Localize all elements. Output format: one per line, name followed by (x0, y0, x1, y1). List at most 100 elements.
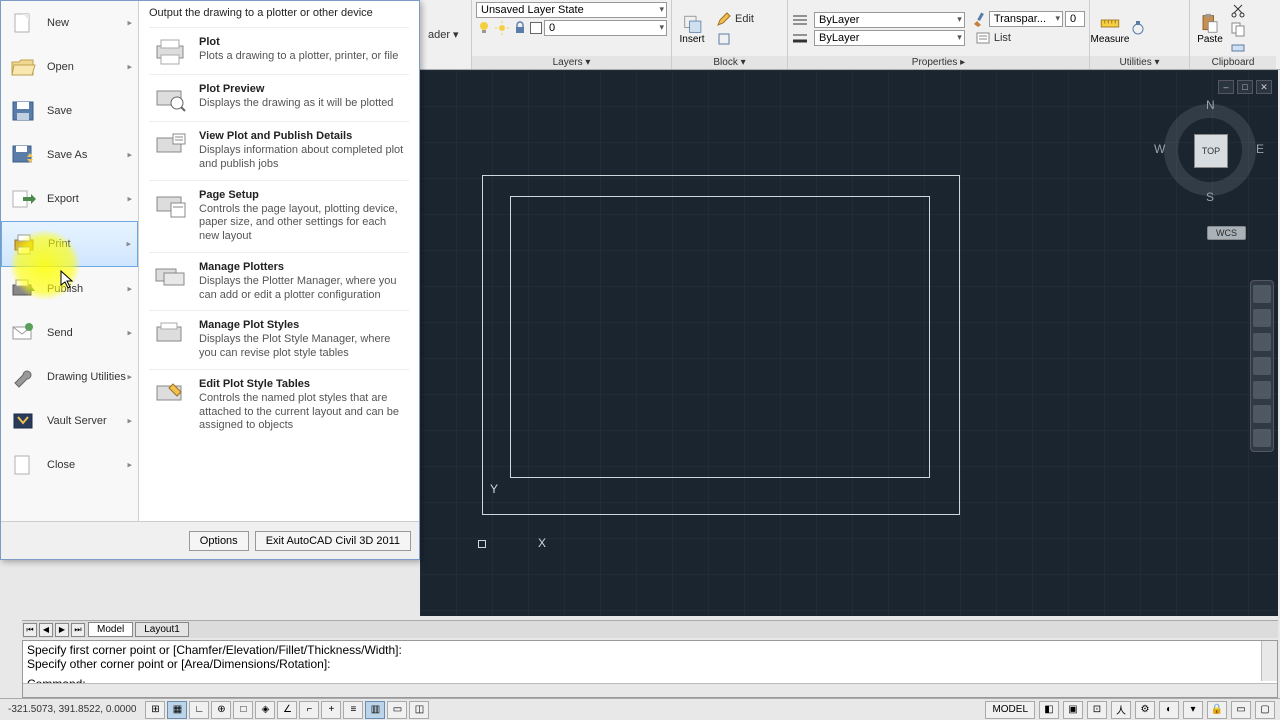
group-utilities[interactable]: Utilities ▾ (1090, 56, 1189, 69)
status-tool-6[interactable]: 🔒 (1207, 701, 1227, 719)
matchprop-icon[interactable] (1230, 39, 1246, 55)
nav-more2-icon[interactable] (1253, 429, 1271, 447)
copy-icon[interactable] (1230, 21, 1246, 37)
utility-icon[interactable] (1130, 21, 1146, 37)
polar-toggle[interactable]: ⊕ (211, 701, 231, 719)
paste-button[interactable]: Paste (1194, 13, 1226, 45)
submenu-page-setup[interactable]: Page SetupControls the page layout, plot… (149, 180, 409, 252)
nav-wheel-icon[interactable] (1253, 285, 1271, 303)
linetype-icon[interactable] (792, 12, 808, 28)
osnap-toggle[interactable]: □ (233, 701, 253, 719)
clean-screen[interactable]: ▢ (1255, 701, 1275, 719)
submenu-manage-styles[interactable]: Manage Plot StylesDisplays the Plot Styl… (149, 310, 409, 369)
viewcube-top[interactable]: TOP (1194, 134, 1228, 168)
tab-model[interactable]: Model (88, 622, 133, 637)
lwt-toggle[interactable]: ≡ (343, 701, 363, 719)
tab-nav-last[interactable]: ⏭ (71, 623, 85, 637)
lineweight-icon[interactable] (792, 30, 808, 46)
qp-toggle[interactable]: ▭ (387, 701, 407, 719)
leader-dropdown[interactable]: ader ▾ (424, 27, 463, 42)
orbit-icon[interactable] (1253, 357, 1271, 375)
status-tool-7[interactable]: ▭ (1231, 701, 1251, 719)
layer-dropdown[interactable]: 0 (544, 20, 667, 36)
viewcube[interactable]: TOP N S E W (1160, 100, 1260, 200)
ortho-toggle[interactable]: ∟ (189, 701, 209, 719)
viewcube-w[interactable]: W (1154, 142, 1165, 156)
insert-button[interactable]: Insert (676, 13, 708, 45)
options-button[interactable]: Options (189, 531, 249, 551)
drawing-canvas[interactable]: – □ ✕ Y X TOP N S E W WCS (420, 70, 1278, 616)
otrack-toggle[interactable]: ∠ (277, 701, 297, 719)
navigation-bar[interactable] (1250, 280, 1274, 452)
edit-block-button[interactable]: Edit (712, 10, 758, 28)
zoom-icon[interactable] (1253, 333, 1271, 351)
lock-icon[interactable] (512, 20, 528, 36)
submenu-edit-styles[interactable]: Edit Plot Style TablesControls the named… (149, 369, 409, 441)
tpy-toggle[interactable]: ▥ (365, 701, 385, 719)
menu-drawing-utilities[interactable]: Drawing Utilities▸ (1, 355, 138, 399)
lineweight-bylayer-dropdown[interactable]: ByLayer (814, 30, 965, 46)
cmd-scrollbar-v[interactable] (1261, 641, 1277, 681)
wcs-badge[interactable]: WCS (1207, 226, 1246, 240)
menu-print[interactable]: Print▸ (1, 221, 138, 267)
nav-more-icon[interactable] (1253, 405, 1271, 423)
submenu-plot[interactable]: PlotPlots a drawing to a plotter, printe… (149, 27, 409, 74)
model-space-button[interactable]: MODEL (985, 701, 1035, 719)
menu-send[interactable]: Send▸ (1, 311, 138, 355)
menu-close[interactable]: Close▸ (1, 443, 138, 487)
status-tool-4[interactable]: ⚙ (1135, 701, 1155, 719)
group-block[interactable]: Block ▾ (672, 56, 787, 69)
3dosnap-toggle[interactable]: ◈ (255, 701, 275, 719)
showmotion-icon[interactable] (1253, 381, 1271, 399)
command-line[interactable]: Specify first corner point or [Chamfer/E… (22, 640, 1278, 698)
tab-nav-first[interactable]: ⏮ (23, 623, 37, 637)
drawn-rectangle-inner[interactable] (510, 196, 930, 478)
tab-layout1[interactable]: Layout1 (135, 622, 189, 637)
color-bylayer-dropdown[interactable]: ByLayer (814, 12, 965, 28)
block-tool2[interactable] (712, 30, 758, 48)
layer-color-swatch[interactable] (530, 22, 542, 34)
status-tool-3[interactable]: ⊡ (1087, 701, 1107, 719)
pan-icon[interactable] (1253, 309, 1271, 327)
viewcube-e[interactable]: E (1256, 142, 1264, 156)
grid-toggle[interactable]: ▦ (167, 701, 187, 719)
menu-save[interactable]: Save (1, 89, 138, 133)
measure-button[interactable]: Measure (1094, 13, 1126, 45)
snap-toggle[interactable]: ⊞ (145, 701, 165, 719)
tab-nav-next[interactable]: ▶ (55, 623, 69, 637)
annotation-scale[interactable]: 人 (1111, 701, 1131, 719)
cmd-scrollbar-h[interactable] (23, 683, 1277, 697)
workspace-switch[interactable]: ▾ (1183, 701, 1203, 719)
submenu-view-details[interactable]: View Plot and Publish DetailsDisplays in… (149, 121, 409, 180)
tab-nav-prev[interactable]: ◀ (39, 623, 53, 637)
status-tool-2[interactable]: ▣ (1063, 701, 1083, 719)
sc-toggle[interactable]: ◫ (409, 701, 429, 719)
lightbulb-icon[interactable] (476, 20, 492, 36)
dyn-toggle[interactable]: + (321, 701, 341, 719)
layer-state-dropdown[interactable]: Unsaved Layer State (476, 2, 667, 18)
maximize-viewport[interactable]: □ (1237, 80, 1253, 94)
submenu-manage-plotters[interactable]: Manage PlottersDisplays the Plotter Mana… (149, 252, 409, 311)
group-layers[interactable]: Layers ▾ (472, 56, 671, 69)
menu-vault-server[interactable]: Vault Server▸ (1, 399, 138, 443)
menu-export[interactable]: Export▸ (1, 177, 138, 221)
viewcube-s[interactable]: S (1206, 190, 1214, 204)
menu-saveas[interactable]: Save As▸ (1, 133, 138, 177)
brush-icon[interactable] (971, 11, 987, 27)
list-button[interactable]: List (971, 29, 1085, 47)
menu-new[interactable]: New▸ (1, 1, 138, 45)
status-tool-1[interactable]: ◧ (1039, 701, 1059, 719)
close-viewport[interactable]: ✕ (1256, 80, 1272, 94)
status-tool-5[interactable]: ◐ (1159, 701, 1179, 719)
transparency-field[interactable]: Transpar... (989, 11, 1063, 27)
menu-open[interactable]: Open▸ (1, 45, 138, 89)
submenu-plot-preview[interactable]: Plot PreviewDisplays the drawing as it w… (149, 74, 409, 121)
ducs-toggle[interactable]: ⌐ (299, 701, 319, 719)
cut-icon[interactable] (1230, 3, 1246, 19)
minimize-viewport[interactable]: – (1218, 80, 1234, 94)
exit-button[interactable]: Exit AutoCAD Civil 3D 2011 (255, 531, 411, 551)
viewcube-n[interactable]: N (1206, 98, 1215, 112)
sun-icon[interactable] (494, 20, 510, 36)
group-properties[interactable]: Properties ▸ (788, 56, 1089, 69)
transparency-value[interactable]: 0 (1065, 11, 1085, 27)
